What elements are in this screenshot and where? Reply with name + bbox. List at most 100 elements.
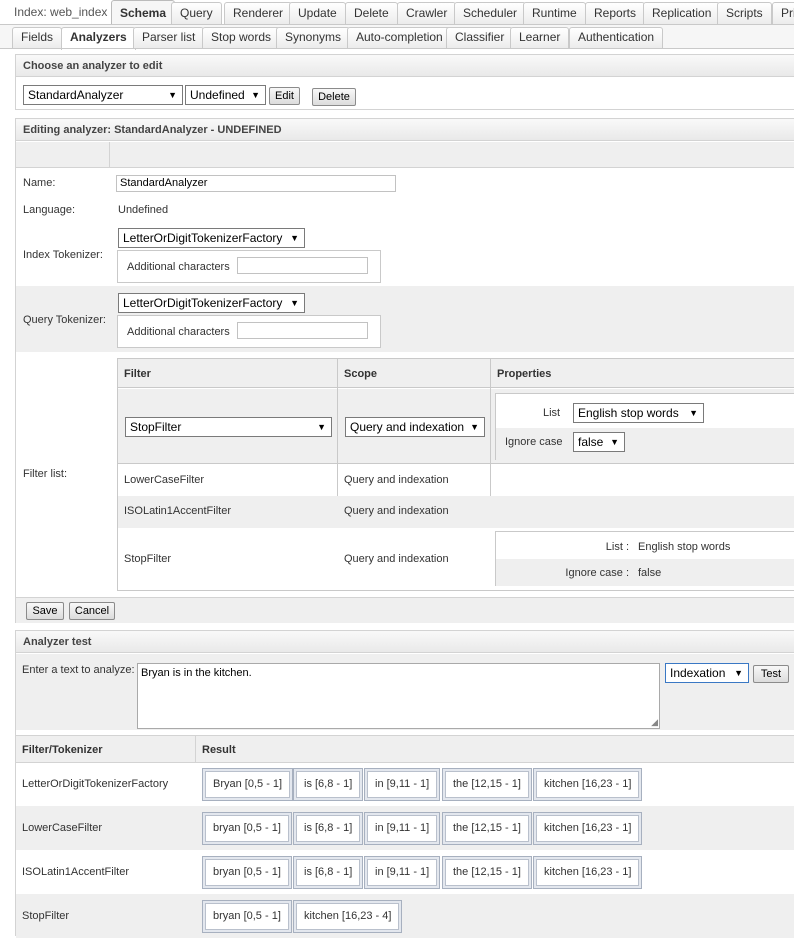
token-chip: kitchen [16,23 - 1]: [533, 856, 643, 889]
editor-actions-bar: [16, 597, 794, 623]
new-filter-properties: List English stop words ▼ Ignore case fa…: [495, 393, 794, 460]
token-text: in [9,11 - 1]: [367, 771, 438, 798]
tab-fields[interactable]: Fields: [12, 27, 63, 48]
ignore-case-select[interactable]: false ▼: [573, 432, 625, 452]
chevron-down-icon: ▼: [290, 298, 299, 308]
subtab-divider: [0, 48, 794, 49]
token-text: kitchen [16,23 - 4]: [296, 903, 400, 930]
tab-update[interactable]: Update: [289, 2, 346, 24]
result-header-divider: [195, 736, 196, 763]
tab-parser-list[interactable]: Parser list: [133, 27, 205, 48]
properties-col-header: Properties: [497, 368, 552, 380]
tab-scripts[interactable]: Scripts: [717, 2, 772, 24]
cancel-button[interactable]: Cancel: [69, 602, 115, 620]
name-input[interactable]: StandardAnalyzer: [116, 175, 396, 192]
filter-table: Filter Scope Properties StopFilter ▼ Que…: [117, 358, 794, 591]
language-select[interactable]: Undefined ▼: [185, 85, 266, 105]
result-row-name: ISOLatin1AccentFilter: [22, 866, 129, 878]
token-chip: bryan [0,5 - 1]: [202, 856, 292, 889]
chooser-title: Choose an analyzer to edit: [16, 55, 794, 77]
ignore-case-value: false: [578, 435, 604, 449]
tab-reports[interactable]: Reports: [585, 2, 646, 24]
tab-renderer[interactable]: Renderer: [224, 2, 293, 24]
new-filter-value: StopFilter: [130, 420, 182, 434]
token-chip: is [6,8 - 1]: [293, 812, 364, 845]
save-button[interactable]: Save: [26, 602, 64, 620]
test-mode-select[interactable]: Indexation ▼: [665, 663, 749, 683]
new-list-label: List: [543, 407, 561, 419]
tab-query[interactable]: Query: [171, 2, 222, 24]
filter-list-label: Filter list:: [23, 468, 67, 480]
chevron-down-icon: ▼: [610, 437, 619, 447]
result-row-bg: [16, 894, 794, 938]
result-row-name: LetterOrDigitTokenizerFactory: [22, 778, 169, 790]
tab-stop-words[interactable]: Stop words: [202, 27, 281, 48]
sub-tabbar: Fields Analyzers Parser list Stop words …: [0, 25, 794, 50]
edit-button[interactable]: Edit: [269, 87, 300, 105]
filter-table-header: [118, 359, 794, 388]
token-text: is [6,8 - 1]: [296, 815, 361, 842]
name-label: Name:: [23, 177, 56, 189]
chevron-down-icon: ▼: [251, 90, 260, 100]
filter-scope: Query and indexation: [344, 553, 449, 565]
token-text: the [12,15 - 1]: [445, 771, 529, 798]
analyzer-select[interactable]: StandardAnalyzer ▼: [23, 85, 183, 105]
tab-runtime[interactable]: Runtime: [523, 2, 586, 24]
chooser-panel: Choose an analyzer to edit StandardAnaly…: [15, 54, 794, 110]
query-additional-box: Additional characters: [117, 315, 381, 348]
stop-list-value: English stop words: [578, 406, 679, 420]
chevron-down-icon: ▼: [290, 233, 299, 243]
filter-ignore-prop-value: false: [638, 567, 662, 579]
tab-replication[interactable]: Replication: [643, 2, 721, 24]
tab-authentication[interactable]: Authentication: [569, 27, 664, 48]
token-chip: kitchen [16,23 - 1]: [533, 812, 643, 845]
test-prompt-label: Enter a text to analyze:: [22, 664, 135, 676]
main-tabbar: Index: web_index Schema Query Renderer U…: [0, 0, 794, 24]
query-tokenizer-label: Query Tokenizer:: [23, 314, 106, 326]
tab-synonyms[interactable]: Synonyms: [276, 27, 351, 48]
test-textarea[interactable]: Bryan is in the kitchen. ◢: [137, 663, 660, 729]
tab-classifier[interactable]: Classifier: [446, 27, 514, 48]
editor-title: Editing analyzer: StandardAnalyzer - UND…: [16, 119, 794, 141]
new-scope-select[interactable]: Query and indexation ▼: [345, 417, 485, 437]
test-button[interactable]: Test: [753, 665, 789, 683]
token-text: the [12,15 - 1]: [445, 815, 529, 842]
index-additional-input[interactable]: [237, 257, 368, 274]
query-additional-input[interactable]: [237, 322, 368, 339]
editor-panel: Editing analyzer: StandardAnalyzer - UND…: [15, 118, 794, 623]
query-tokenizer-select[interactable]: LetterOrDigitTokenizerFactory ▼: [118, 293, 305, 313]
tab-scheduler[interactable]: Scheduler: [454, 2, 527, 24]
tab-analyzers[interactable]: Analyzers: [61, 27, 136, 50]
result-row-name: StopFilter: [22, 910, 70, 922]
token-text: kitchen [16,23 - 1]: [536, 859, 640, 886]
tab-crawler[interactable]: Crawler: [397, 2, 457, 24]
query-additional-label: Additional characters: [127, 326, 230, 338]
index-tokenizer-select[interactable]: LetterOrDigitTokenizerFactory ▼: [118, 228, 305, 248]
tab-auto-completion[interactable]: Auto-completion: [347, 27, 452, 48]
token-text: is [6,8 - 1]: [296, 771, 361, 798]
scope-col-header: Scope: [344, 368, 378, 380]
token-text: bryan [0,5 - 1]: [205, 859, 289, 886]
tab-delete[interactable]: Delete: [345, 2, 398, 24]
index-tokenizer-value: LetterOrDigitTokenizerFactory: [123, 231, 283, 245]
analyzer-test-panel: Analyzer test Enter a text to analyze: B…: [15, 630, 794, 938]
tab-schema[interactable]: Schema: [111, 0, 176, 24]
delete-button[interactable]: Delete: [312, 88, 356, 106]
test-mode-value: Indexation: [670, 666, 726, 680]
filter-properties: List : English stop words Ignore case : …: [495, 531, 794, 586]
token-text: in [9,11 - 1]: [367, 815, 438, 842]
filter-name: ISOLatin1AccentFilter: [124, 505, 231, 517]
new-filter-select[interactable]: StopFilter ▼: [125, 417, 332, 437]
token-chip: bryan [0,5 - 1]: [202, 900, 292, 933]
token-text: bryan [0,5 - 1]: [205, 903, 289, 930]
result-header: Result: [202, 744, 236, 756]
new-ignore-label: Ignore case: [505, 436, 563, 448]
filter-scope: Query and indexation: [344, 474, 449, 486]
stop-list-select[interactable]: English stop words ▼: [573, 403, 704, 423]
tab-learner[interactable]: Learner: [510, 27, 570, 48]
tab-privileges[interactable]: Pri: [772, 2, 794, 24]
resize-grip-icon[interactable]: ◢: [651, 717, 658, 728]
token-chip: the [12,15 - 1]: [442, 768, 532, 801]
token-chip: in [9,11 - 1]: [364, 812, 441, 845]
test-title: Analyzer test: [16, 631, 794, 653]
